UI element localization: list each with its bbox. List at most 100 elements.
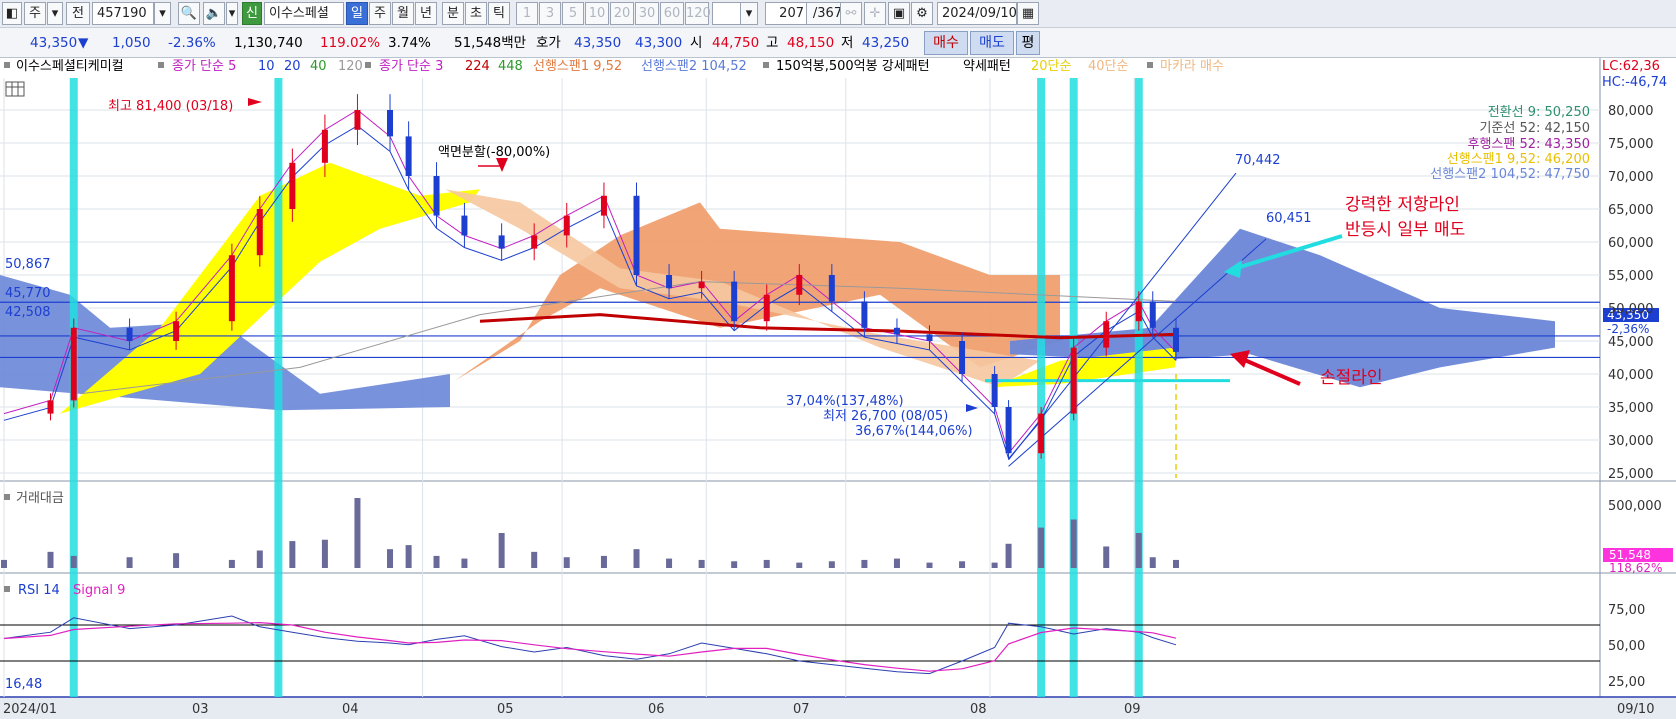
rsi-title: RSI 14 <box>18 583 60 598</box>
interval-120[interactable]: 120 <box>685 2 711 25</box>
buy-button[interactable]: 매수 <box>924 31 968 55</box>
date-label: 07 <box>793 702 810 717</box>
interval-60[interactable]: 60 <box>660 2 684 25</box>
candle-body <box>256 209 263 256</box>
signal-bar <box>274 78 283 697</box>
volume-bar <box>70 555 77 568</box>
price-tick: 70,000 <box>1608 170 1654 185</box>
price-tick: 25,000 <box>1608 467 1654 482</box>
tab-month[interactable]: 월 <box>392 2 414 25</box>
volume-bar <box>126 557 133 568</box>
price-tick: 75,000 <box>1608 137 1654 152</box>
rsi-level: 16,48 <box>5 677 42 692</box>
chevron-down-icon[interactable]: ▾ <box>154 2 171 25</box>
stock-code-input[interactable]: 457190 <box>92 2 154 25</box>
resistance-label-2: 반등시 일부 매도 <box>1345 220 1465 240</box>
legend-ma-40: 40 <box>310 59 327 74</box>
candle-body <box>70 327 77 401</box>
volume-bar <box>698 559 705 568</box>
volume-tick: 500,000 <box>1608 499 1662 514</box>
interval-1[interactable]: 1 <box>516 2 538 25</box>
tab-week[interactable]: 주 <box>369 2 391 25</box>
volume-ratio: 119.02% <box>320 35 381 51</box>
interval-30[interactable]: 30 <box>635 2 659 25</box>
high-annotation: 최고 81,400 (03/18) <box>108 99 233 114</box>
period-select[interactable]: 주 <box>24 2 46 25</box>
rsi-tick-25: 25,00 <box>1608 675 1645 690</box>
interval-10[interactable]: 10 <box>585 2 609 25</box>
rsi-tick-75: 75,00 <box>1608 603 1645 618</box>
chevron-down-icon[interactable]: ▾ <box>47 2 63 25</box>
tab-second[interactable]: 초 <box>465 2 487 25</box>
search-icon[interactable]: 🔍 <box>178 2 200 25</box>
price-tag-pct: -2,36% <box>1607 322 1649 336</box>
volume-bar <box>893 558 900 568</box>
link-icon[interactable]: ⚯ <box>840 2 862 25</box>
chevron-down-icon[interactable]: ▾ <box>226 2 238 25</box>
chart-window-icon[interactable]: ◧ <box>2 2 22 25</box>
volume-bar <box>959 561 966 568</box>
ask-price: 43,350 <box>574 35 622 51</box>
turnover: 3.74% <box>388 35 431 51</box>
tab-tick[interactable]: 틱 <box>488 2 510 25</box>
volume-bar <box>861 559 868 568</box>
chevron-down-icon[interactable]: ▾ <box>740 2 758 25</box>
tab-year[interactable]: 년 <box>415 2 437 25</box>
volume-bar <box>828 561 835 568</box>
price-tick: 35,000 <box>1608 401 1654 416</box>
signal-bar <box>1037 78 1046 697</box>
ichimoku-conversion: 전환선 9: 50,250 <box>1488 105 1590 120</box>
candle-body <box>498 235 505 249</box>
tab-minute[interactable]: 분 <box>442 2 464 25</box>
volume-bar <box>405 545 412 568</box>
tab-day[interactable]: 일 <box>346 2 368 25</box>
open-price: 44,750 <box>712 35 760 51</box>
hline-label-45770: 45,770 <box>5 286 51 301</box>
legend-stock-name: 이수스페셜티케미컬 <box>16 59 124 74</box>
candle-body <box>666 275 673 289</box>
legend-pattern: 150억봉,500억봉 강세패턴 <box>776 59 930 74</box>
candle-body <box>563 215 570 236</box>
change-value: 1,050 <box>112 35 151 51</box>
gear-icon[interactable]: ⚙ <box>911 2 933 25</box>
pct-annotation-2: 36,67%(144,06%) <box>855 424 973 439</box>
legend-weak: 약세패턴 <box>963 59 1011 74</box>
volume-bar <box>461 558 468 568</box>
date-label: 03 <box>192 702 209 717</box>
date-input[interactable]: 2024/09/10 <box>937 2 1017 25</box>
candle-body <box>1173 327 1179 352</box>
candle-body <box>731 281 738 322</box>
legend-lc: LC:62,36 <box>1602 59 1660 74</box>
target-60451: 60,451 <box>1266 211 1312 226</box>
date-label: 08 <box>970 702 987 717</box>
crosshair-icon[interactable]: ✛ <box>864 2 886 25</box>
signal-bar <box>1134 78 1143 697</box>
ichimoku-lagging: 후행스팬 52: 43,350 <box>1467 136 1590 152</box>
eval-button[interactable]: 평 <box>1016 31 1040 55</box>
legend-macarra: 마카라 매수 <box>1160 59 1224 74</box>
hline-label-50867: 50,867 <box>5 257 51 272</box>
legend-ma-224: 224 <box>465 59 490 74</box>
resistance-label-1: 강력한 저항라인 <box>1345 195 1460 215</box>
volume-bar <box>289 541 296 568</box>
calendar-icon[interactable]: ▦ <box>1017 2 1039 25</box>
volume-bar <box>1149 557 1156 568</box>
volume-bar <box>1173 559 1179 568</box>
prev-button[interactable]: 전 <box>66 2 90 25</box>
volume-bar <box>926 562 933 568</box>
candle-body <box>173 321 180 341</box>
sell-button[interactable]: 매도 <box>970 31 1014 55</box>
interval-3[interactable]: 3 <box>539 2 561 25</box>
count-input[interactable]: 207 <box>765 2 807 25</box>
stock-name-field[interactable]: 이수스페셜 <box>264 2 344 25</box>
date-current: 09/10 <box>1617 702 1654 717</box>
price-tick: 40,000 <box>1608 368 1654 383</box>
interval-20[interactable]: 20 <box>610 2 634 25</box>
save-icon[interactable]: ▣ <box>888 2 910 25</box>
stock-chart[interactable]: 이수스페셜티케미컬 종가 단순 5 10 20 40 120 종가 단순 3 2… <box>0 58 1676 719</box>
candle-body <box>600 195 607 216</box>
volume-bar <box>531 551 538 568</box>
speaker-icon[interactable]: 🔈 <box>203 2 225 25</box>
interval-5[interactable]: 5 <box>562 2 584 25</box>
volume-bar <box>1005 543 1012 568</box>
